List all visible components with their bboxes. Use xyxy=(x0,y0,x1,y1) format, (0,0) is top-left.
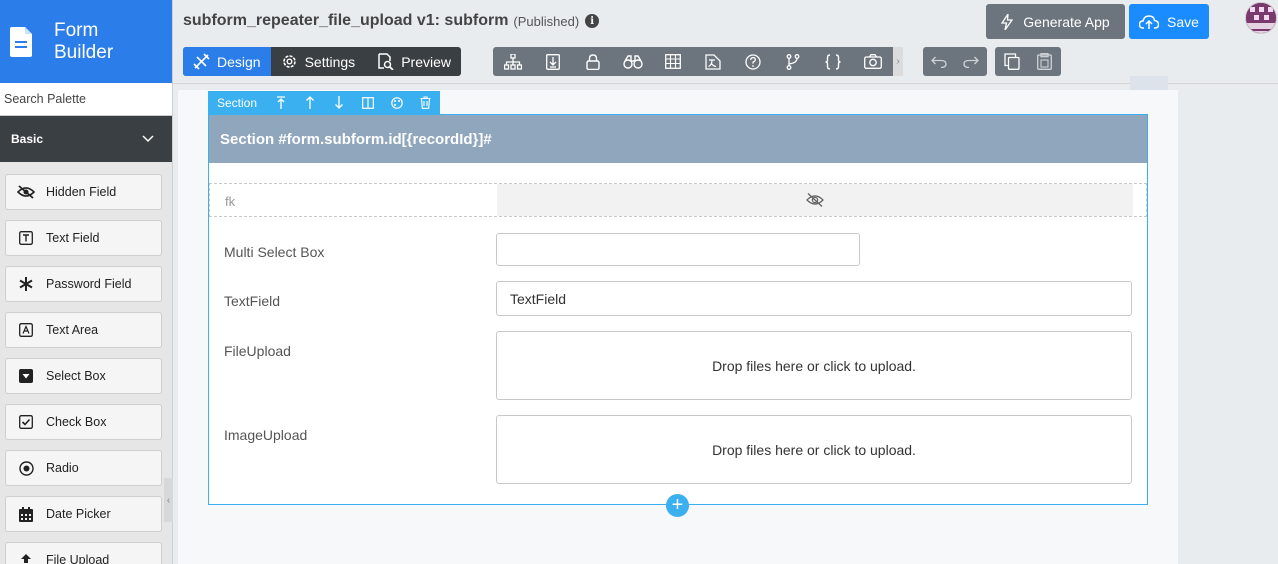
code-braces-icon[interactable] xyxy=(813,47,853,76)
side-panel-tab[interactable] xyxy=(1130,76,1168,90)
asterisk-icon xyxy=(17,275,35,293)
search-palette xyxy=(0,83,172,116)
check-square-icon xyxy=(17,413,35,431)
multi-select-label: Multi Select Box xyxy=(224,244,325,260)
chevron-down-icon xyxy=(142,135,154,143)
palette-sidebar: Form Builder Basic Hidden Field Text Fie… xyxy=(0,0,173,564)
history-group xyxy=(923,47,987,76)
undo-icon[interactable] xyxy=(923,47,955,76)
toolbar-scroll-right[interactable]: › xyxy=(893,47,903,76)
help-icon[interactable] xyxy=(733,47,773,76)
image-upload-dropzone[interactable]: Drop files here or click to upload. xyxy=(496,415,1132,484)
add-element-button[interactable]: + xyxy=(666,494,689,517)
caret-square-down-icon xyxy=(17,367,35,385)
image-upload-label: ImageUpload xyxy=(224,427,308,443)
redo-icon[interactable] xyxy=(955,47,987,76)
copy-icon[interactable] xyxy=(995,47,1028,76)
mode-tabs: Design Settings Preview xyxy=(183,47,461,76)
info-icon[interactable]: i xyxy=(585,14,600,28)
palette-list: Hidden Field Text Field Password Field T… xyxy=(0,162,172,564)
tab-design[interactable]: Design xyxy=(183,47,271,76)
hidden-field-row[interactable]: fk xyxy=(209,183,1147,217)
tree-icon[interactable] xyxy=(493,47,533,76)
section-toolbar-label: Section xyxy=(217,95,258,110)
columns-icon[interactable] xyxy=(353,91,382,114)
upload-icon xyxy=(17,551,35,564)
sidebar-collapse-handle[interactable]: ‹ xyxy=(164,478,173,522)
table-icon[interactable] xyxy=(653,47,693,76)
brand: Form Builder xyxy=(0,0,172,83)
design-icon xyxy=(193,53,210,70)
section-container[interactable]: Section #form.subform.id[{recordId}]# fk… xyxy=(208,114,1148,505)
palette-item-select-box[interactable]: Select Box xyxy=(5,358,162,394)
text-area-icon xyxy=(17,321,35,339)
multi-select-box[interactable] xyxy=(496,233,860,266)
palette-item-file-upload[interactable]: File Upload xyxy=(5,542,162,564)
tab-settings[interactable]: Settings xyxy=(271,47,366,76)
form-title-row: subform_repeater_file_upload v1: subform… xyxy=(183,12,600,30)
builder-header: subform_repeater_file_upload v1: subform… xyxy=(173,0,1278,84)
branch-icon[interactable] xyxy=(773,47,813,76)
tool-group: › xyxy=(493,47,903,76)
gear-icon xyxy=(282,55,296,68)
binoculars-icon[interactable] xyxy=(613,47,653,76)
multi-select-row: Multi Select Box xyxy=(209,233,1147,267)
file-upload-dropzone[interactable]: Drop files here or click to upload. xyxy=(496,331,1132,400)
palette-item-date-picker[interactable]: Date Picker xyxy=(5,496,162,532)
avatar[interactable] xyxy=(1245,2,1277,34)
import-icon[interactable] xyxy=(533,47,573,76)
cloud-upload-icon xyxy=(1139,14,1160,29)
trash-icon[interactable] xyxy=(411,91,440,114)
eye-slash-icon xyxy=(806,192,824,208)
text-field-icon xyxy=(17,229,35,247)
palette-item-password-field[interactable]: Password Field xyxy=(5,266,162,302)
palette-item-text-field[interactable]: Text Field xyxy=(5,220,162,256)
eye-slash-icon xyxy=(17,183,35,201)
hidden-field-label: fk xyxy=(225,194,236,209)
clipboard-group xyxy=(995,47,1061,76)
file-upload-label: FileUpload xyxy=(224,343,291,359)
section-toolbar: Section xyxy=(208,91,440,114)
preview-icon xyxy=(378,53,394,70)
palette-group-basic[interactable]: Basic xyxy=(0,116,172,162)
paste-icon[interactable] xyxy=(1028,47,1061,76)
publish-status: (Published) xyxy=(513,13,580,29)
move-down-icon[interactable] xyxy=(324,91,353,114)
palette-style-icon[interactable] xyxy=(382,91,411,114)
file-upload-row: FileUpload Drop files here or click to u… xyxy=(209,331,1147,401)
palette-item-radio[interactable]: Radio xyxy=(5,450,162,486)
bolt-icon xyxy=(1001,13,1014,30)
lock-icon[interactable] xyxy=(573,47,613,76)
section-heading: Section #form.subform.id[{recordId}]# xyxy=(209,115,1147,163)
search-palette-input[interactable] xyxy=(4,92,164,106)
camera-icon[interactable] xyxy=(853,47,893,76)
text-field-input[interactable]: TextField xyxy=(496,281,1132,316)
move-to-parent-icon[interactable] xyxy=(266,91,295,114)
brand-name: Form Builder xyxy=(54,19,114,63)
translate-icon[interactable] xyxy=(693,47,733,76)
radio-dot-icon xyxy=(17,459,35,477)
palette-item-text-area[interactable]: Text Area xyxy=(5,312,162,348)
document-icon xyxy=(10,26,32,57)
hidden-field-placeholder xyxy=(497,184,1133,216)
generate-app-button[interactable]: Generate App xyxy=(986,4,1125,39)
save-button[interactable]: Save xyxy=(1129,4,1209,39)
palette-item-hidden-field[interactable]: Hidden Field xyxy=(5,174,162,210)
palette-item-check-box[interactable]: Check Box xyxy=(5,404,162,440)
image-upload-row: ImageUpload Drop files here or click to … xyxy=(209,415,1147,485)
text-field-row: TextField TextField xyxy=(209,281,1147,317)
form-title: subform_repeater_file_upload v1: subform xyxy=(183,12,509,29)
move-up-icon[interactable] xyxy=(295,91,324,114)
calendar-icon xyxy=(17,505,35,523)
tab-preview[interactable]: Preview xyxy=(365,47,461,76)
text-field-label: TextField xyxy=(224,293,281,309)
